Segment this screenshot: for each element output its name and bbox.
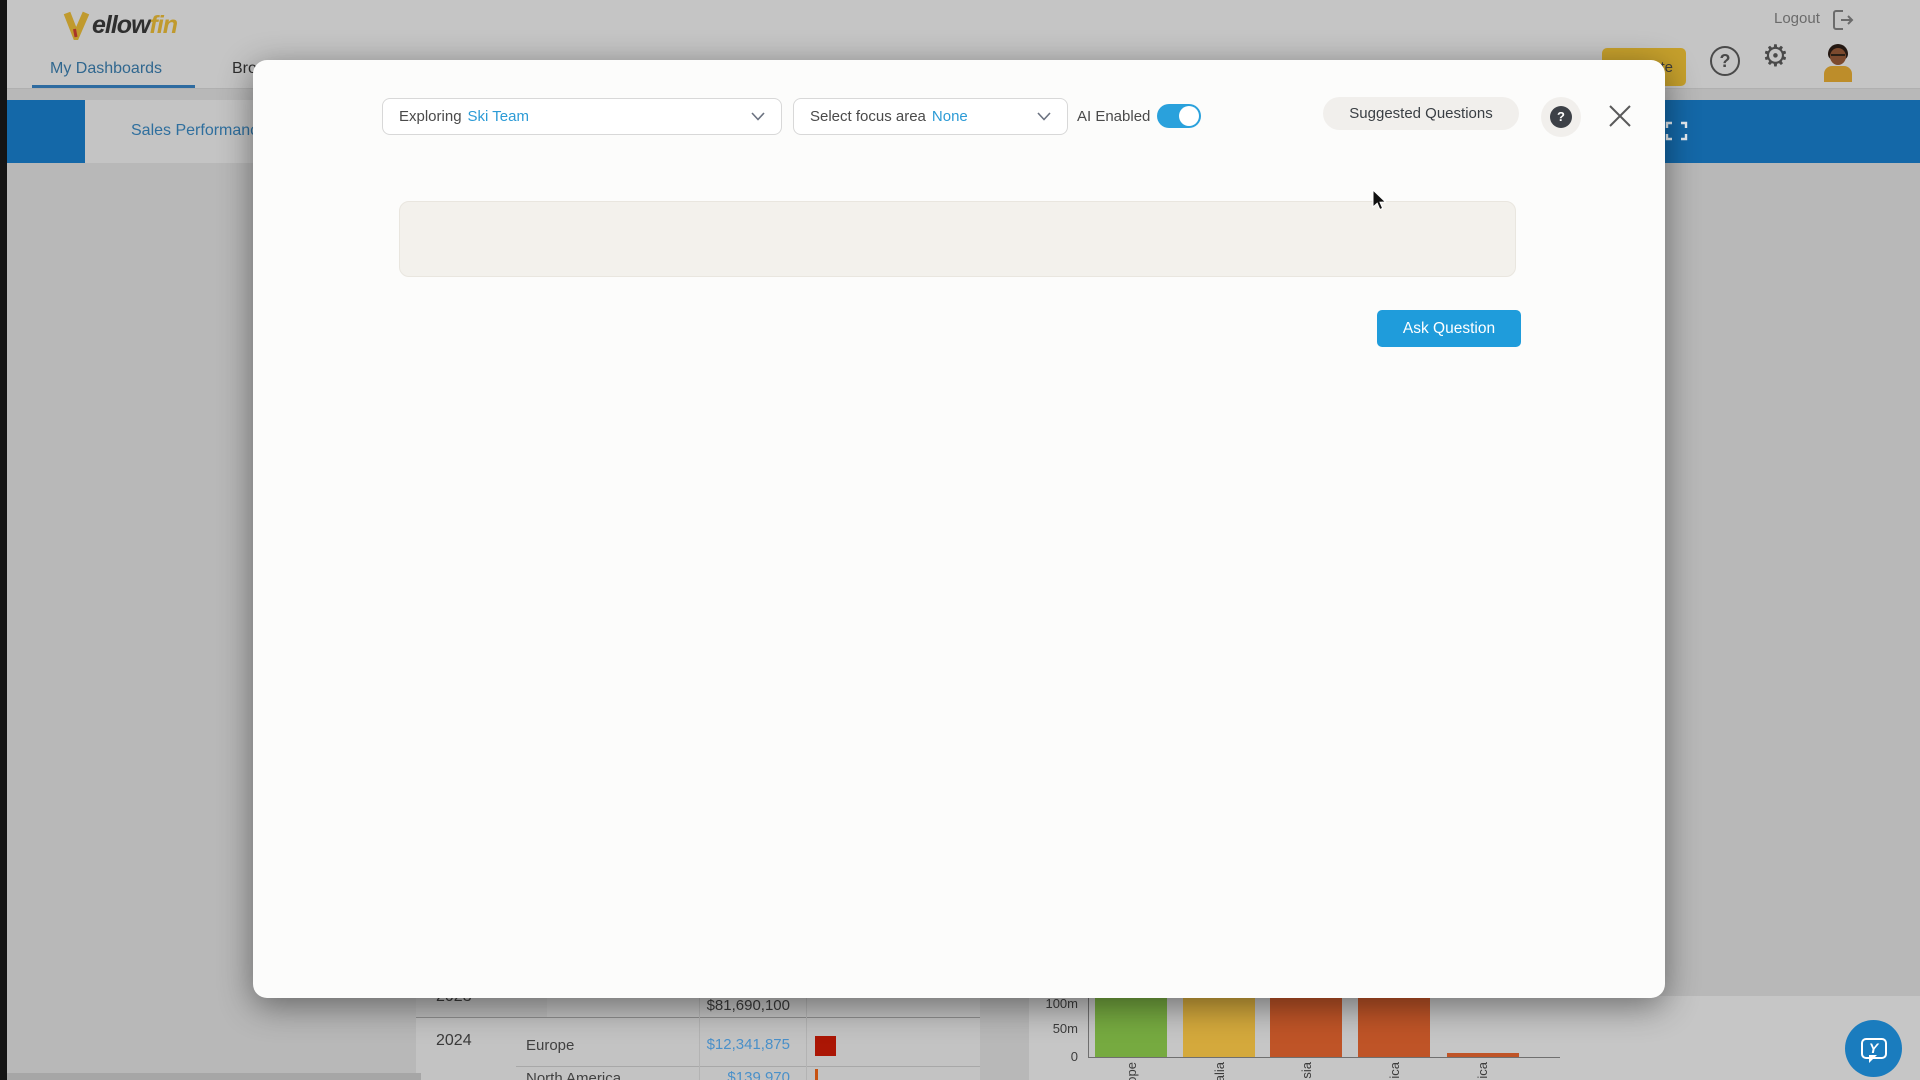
suggested-questions-button[interactable]: Suggested Questions	[1323, 97, 1519, 130]
user-avatar[interactable]	[1822, 44, 1854, 82]
ask-question-modal: Exploring Ski Team Select focus area Non…	[253, 60, 1665, 998]
exploring-value: Ski Team	[468, 108, 529, 125]
table-column-divider	[806, 996, 807, 1080]
tab-my-dashboards[interactable]: My Dashboards	[50, 60, 162, 78]
logout-icon[interactable]	[1830, 8, 1856, 32]
assistant-fab-button[interactable]: Y	[1845, 1020, 1902, 1077]
table-footer-strip	[7, 1073, 421, 1080]
table-row-value-link[interactable]: $12,341,875	[650, 1036, 790, 1053]
y-axis-line	[1088, 996, 1089, 1057]
chart-bar[interactable]	[1358, 996, 1430, 1057]
table-total-value: $81,690,100	[650, 997, 790, 1014]
logo-text-dark: ellow	[92, 11, 150, 40]
yellowfin-logo-icon	[63, 10, 90, 40]
active-tab-underline	[32, 85, 195, 88]
table-row-year: 2024	[436, 1032, 472, 1050]
x-axis-label: ica	[1475, 1062, 1490, 1079]
toggle-knob	[1179, 106, 1199, 126]
x-axis-label: alia	[1212, 1062, 1227, 1080]
screen-edge-strip	[0, 0, 7, 1080]
avatar-shirt	[1824, 66, 1852, 82]
exploring-dropdown[interactable]: Exploring Ski Team	[382, 98, 782, 135]
chevron-down-icon	[751, 112, 765, 121]
orange-indicator-bar	[815, 1069, 818, 1080]
y-axis-tick: 0	[1018, 1049, 1078, 1064]
y-axis-tick: 50m	[1018, 1021, 1078, 1036]
table-column-divider	[699, 996, 700, 1080]
x-axis-label: ica	[1387, 1062, 1402, 1079]
exploring-prefix: Exploring	[399, 108, 462, 125]
question-input[interactable]	[399, 201, 1516, 277]
mouse-cursor	[1372, 190, 1388, 212]
modal-help-button[interactable]: ?	[1541, 97, 1581, 137]
fullscreen-icon[interactable]	[1665, 121, 1688, 141]
ai-enabled-label: AI Enabled	[1077, 108, 1150, 125]
chart-bar[interactable]	[1183, 996, 1255, 1057]
y-axis-tick: 100m	[1018, 996, 1078, 1011]
focus-value: None	[932, 108, 968, 125]
table-divider	[416, 1017, 980, 1018]
help-icon[interactable]: ?	[1710, 46, 1740, 76]
table-divider	[516, 1066, 980, 1067]
close-icon[interactable]	[1605, 101, 1635, 131]
logo-text-accent: fin	[150, 11, 178, 40]
speech-bubble-icon: Y	[1861, 1038, 1887, 1059]
question-mark-icon: ?	[1550, 106, 1572, 128]
table-row-region: Europe	[526, 1037, 574, 1054]
chart-bar[interactable]	[1095, 996, 1167, 1057]
dashboard-tab-title[interactable]: Sales Performanc	[131, 122, 258, 140]
ai-enabled-toggle[interactable]	[1157, 104, 1201, 128]
logout-button[interactable]: Logout	[1774, 10, 1820, 27]
chart-bar[interactable]	[1447, 1053, 1519, 1057]
yellowfin-logo: ellowfin	[63, 8, 177, 42]
gear-icon[interactable]: ⚙	[1762, 42, 1789, 72]
focus-prefix: Select focus area	[810, 108, 926, 125]
chevron-down-icon	[1037, 112, 1051, 121]
red-indicator-swatch	[815, 1036, 836, 1056]
ask-question-button[interactable]: Ask Question	[1377, 310, 1521, 347]
x-axis-label: sia	[1299, 1062, 1314, 1079]
table-row-region: North America	[526, 1070, 621, 1080]
table-row-value-link[interactable]: $139,970	[650, 1069, 790, 1080]
x-axis-label: ope	[1124, 1062, 1139, 1080]
x-axis-line	[1088, 1057, 1560, 1058]
chart-bar[interactable]	[1270, 996, 1342, 1057]
focus-area-dropdown[interactable]: Select focus area None	[793, 98, 1068, 135]
avatar-glasses	[1831, 54, 1845, 58]
